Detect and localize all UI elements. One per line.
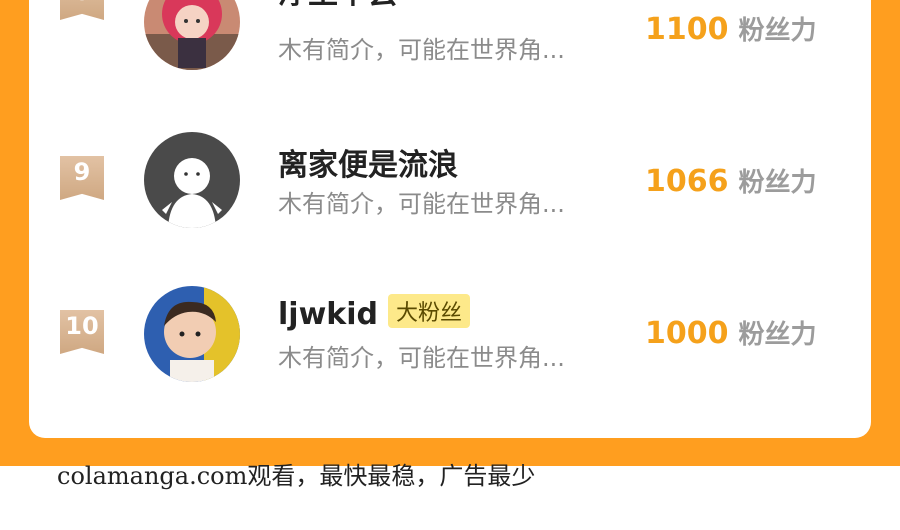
rank-ribbon: 10 (60, 310, 104, 354)
user-intro: 木有简介，可能在世界角... (278, 36, 565, 64)
fan-score: 1100 粉丝力 (645, 10, 817, 47)
user-name-text: ljwkid (278, 297, 378, 332)
fan-score-unit: 粉丝力 (738, 320, 817, 350)
user-name[interactable]: 离家便是流浪 (278, 140, 458, 184)
list-item[interactable]: 9 离家便是流浪 木有简介，可能在世界角... 1066 粉丝力 (29, 126, 871, 228)
fan-score-unit: 粉丝力 (738, 16, 817, 46)
list-item[interactable]: 8 浮生半尝 木有简介，可能在世界角... 1100 粉丝力 (29, 0, 871, 72)
fan-score-value: 1100 (645, 12, 729, 47)
ranking-frame: 8 浮生半尝 木有简介，可能在世界角... 1100 粉丝力 9 (0, 0, 900, 466)
fan-score: 1066 粉丝力 (645, 162, 817, 199)
fan-score-unit: 粉丝力 (738, 168, 817, 198)
avatar[interactable] (144, 286, 240, 382)
big-fan-badge: 大粉丝 (388, 294, 471, 328)
rank-ribbon: 8 (60, 0, 104, 20)
avatar[interactable] (144, 0, 240, 70)
avatar[interactable] (144, 132, 240, 228)
fan-score: 1000 粉丝力 (645, 314, 817, 351)
list-item[interactable]: 10 ljwkid 大粉丝 木有简介，可能在世界角... 1000 粉丝力 (29, 280, 871, 382)
rank-ribbon: 9 (60, 156, 104, 200)
fan-score-value: 1066 (645, 164, 729, 199)
avatar-anime-girl-image (144, 0, 240, 70)
avatar-default-silhouette-image (144, 132, 240, 228)
site-watermark-text: colamanga.com观看，最快最稳，广告最少 (57, 462, 536, 490)
fan-score-value: 1000 (645, 316, 729, 351)
ranking-card: 8 浮生半尝 木有简介，可能在世界角... 1100 粉丝力 9 (29, 0, 871, 438)
avatar-child-photo-image (144, 286, 240, 382)
user-intro: 木有简介，可能在世界角... (278, 190, 565, 218)
user-intro: 木有简介，可能在世界角... (278, 344, 565, 372)
user-name[interactable]: ljwkid 大粉丝 (278, 294, 471, 332)
user-name[interactable]: 浮生半尝 (278, 0, 398, 12)
